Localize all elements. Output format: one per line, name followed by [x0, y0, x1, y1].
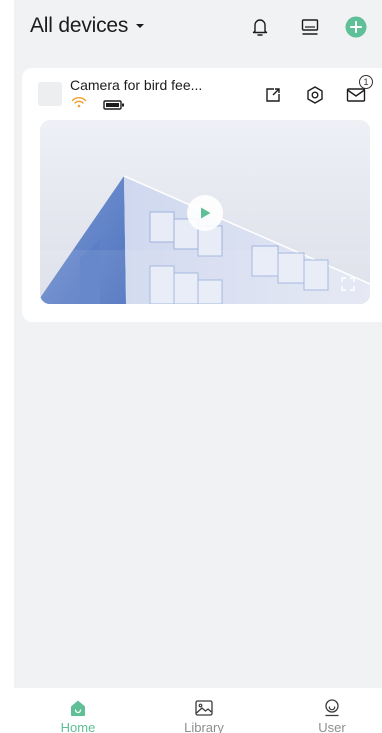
nav-label-user: User	[318, 720, 346, 733]
wifi-icon	[71, 95, 87, 113]
add-device-button[interactable]	[344, 15, 368, 39]
device-filter-dropdown[interactable]: All devices	[30, 14, 145, 38]
fullscreen-icon	[341, 277, 355, 291]
nav-item-user[interactable]: User	[292, 688, 372, 733]
battery-icon	[103, 97, 125, 115]
bottom-nav: Home Library User	[14, 688, 382, 733]
play-button[interactable]	[187, 195, 223, 231]
nav-label-library: Library	[184, 720, 224, 733]
nav-item-home[interactable]: Home	[38, 688, 118, 733]
play-icon	[201, 207, 211, 219]
device-thumbnail	[38, 82, 62, 106]
nav-item-library[interactable]: Library	[164, 688, 244, 733]
settings-icon[interactable]	[304, 84, 326, 106]
user-icon	[325, 699, 339, 717]
devices-icon[interactable]	[298, 15, 322, 39]
message-button[interactable]: 1	[345, 75, 373, 106]
library-icon	[195, 700, 213, 716]
home-icon	[71, 700, 85, 716]
share-icon[interactable]	[262, 84, 284, 106]
nav-label-home: Home	[60, 720, 96, 733]
message-badge: 1	[359, 75, 373, 89]
page-title: All devices	[30, 14, 129, 37]
bell-icon[interactable]	[248, 15, 272, 39]
device-card[interactable]: Camera for bird fee... 1	[22, 68, 382, 322]
device-name: Camera for bird fee...	[70, 77, 203, 93]
header: All devices	[14, 0, 382, 58]
add-icon	[345, 16, 367, 38]
chevron-down-icon	[136, 24, 145, 29]
fullscreen-button[interactable]	[340, 276, 356, 292]
app-screen: All devices Camera for bird fee... 1 Hom…	[14, 0, 382, 733]
camera-preview[interactable]	[40, 120, 370, 304]
